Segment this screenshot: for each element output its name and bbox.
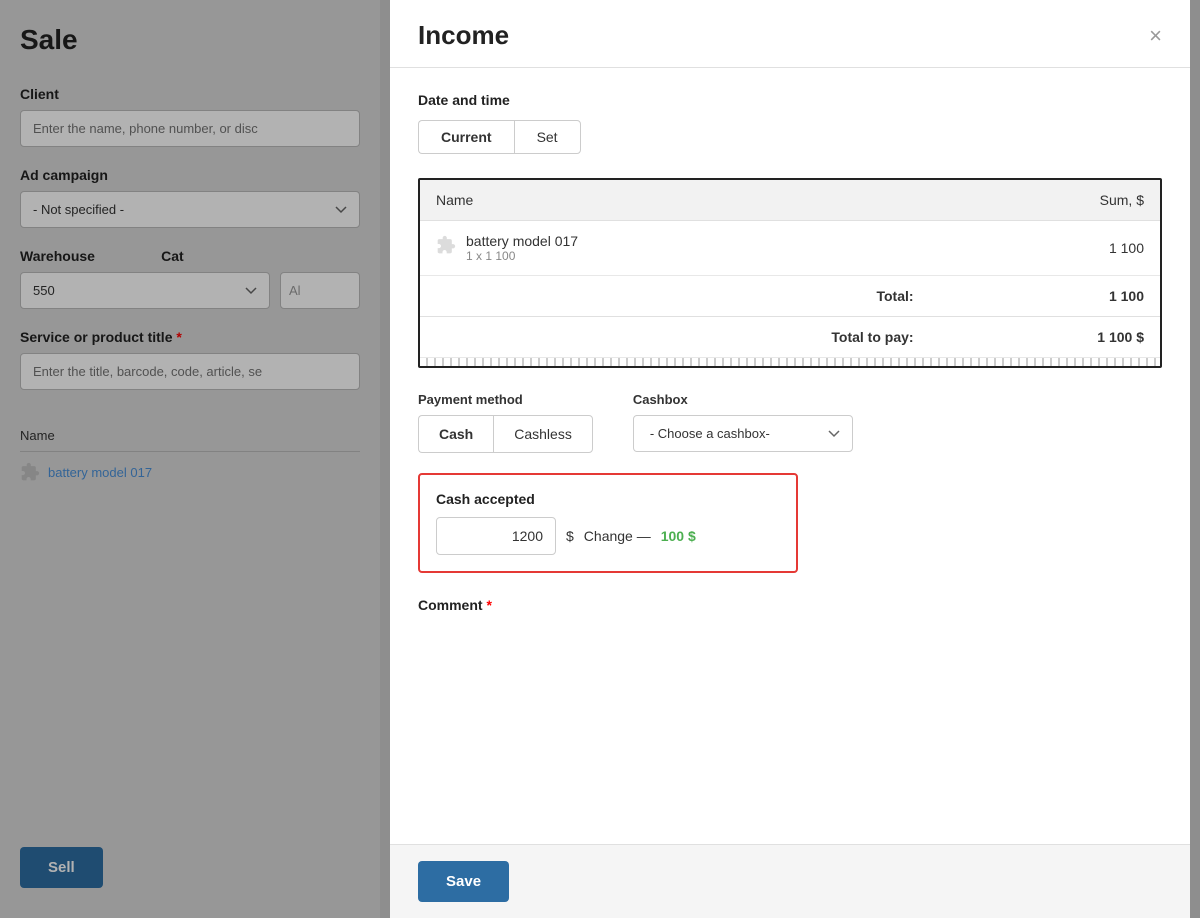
cash-accepted-label: Cash accepted: [436, 491, 780, 507]
modal-header: Income ×: [390, 0, 1190, 68]
cashless-button[interactable]: Cashless: [493, 415, 593, 453]
change-text: Change —: [584, 528, 651, 544]
payment-row: Payment method Cash Cashless Cashbox - C…: [418, 392, 1162, 453]
cash-accepted-row: $ Change — 100 $: [436, 517, 780, 555]
modal-footer: Save: [390, 844, 1190, 918]
method-btn-group: Cash Cashless: [418, 415, 593, 453]
item-name: battery model 017: [466, 233, 578, 249]
payment-method-col: Payment method Cash Cashless: [418, 392, 593, 453]
close-button[interactable]: ×: [1149, 25, 1162, 47]
receipt-table: Name Sum, $ battery model 017: [420, 180, 1160, 358]
total-value: 1 100: [930, 276, 1160, 317]
item-puzzle-icon: [436, 235, 456, 255]
date-time-label: Date and time: [418, 92, 1162, 108]
payment-method-label: Payment method: [418, 392, 593, 407]
cash-input[interactable]: [436, 517, 556, 555]
comment-label: Comment *: [418, 597, 1162, 613]
cash-button[interactable]: Cash: [418, 415, 493, 453]
current-button[interactable]: Current: [418, 120, 514, 154]
receipt-container: Name Sum, $ battery model 017: [418, 178, 1162, 368]
comment-required-star: *: [486, 597, 491, 613]
receipt-item-row: battery model 017 1 x 1 100 1 100: [420, 221, 1160, 276]
sum-col-header: Sum, $: [930, 180, 1160, 221]
comment-section: Comment *: [418, 597, 1162, 613]
set-button[interactable]: Set: [514, 120, 581, 154]
total-pay-label: Total to pay:: [420, 317, 930, 358]
modal-title: Income: [418, 20, 509, 51]
change-amount: 100 $: [661, 528, 696, 544]
income-modal: Income × Date and time Current Set Name …: [390, 0, 1190, 918]
item-sub: 1 x 1 100: [466, 249, 578, 263]
total-pay-value: 1 100 $: [930, 317, 1160, 358]
cashbox-select[interactable]: - Choose a cashbox-: [633, 415, 853, 452]
item-sum: 1 100: [930, 221, 1160, 276]
cash-accepted-box: Cash accepted $ Change — 100 $: [418, 473, 798, 573]
currency-symbol: $: [566, 528, 574, 544]
total-row: Total: 1 100: [420, 276, 1160, 317]
date-time-btn-group: Current Set: [418, 120, 1162, 154]
total-label: Total:: [420, 276, 930, 317]
cashbox-col: Cashbox - Choose a cashbox-: [633, 392, 853, 452]
cashbox-label: Cashbox: [633, 392, 853, 407]
name-col-header: Name: [420, 180, 930, 221]
save-button[interactable]: Save: [418, 861, 509, 902]
total-pay-row: Total to pay: 1 100 $: [420, 317, 1160, 358]
modal-body: Date and time Current Set Name Sum, $: [390, 68, 1190, 844]
